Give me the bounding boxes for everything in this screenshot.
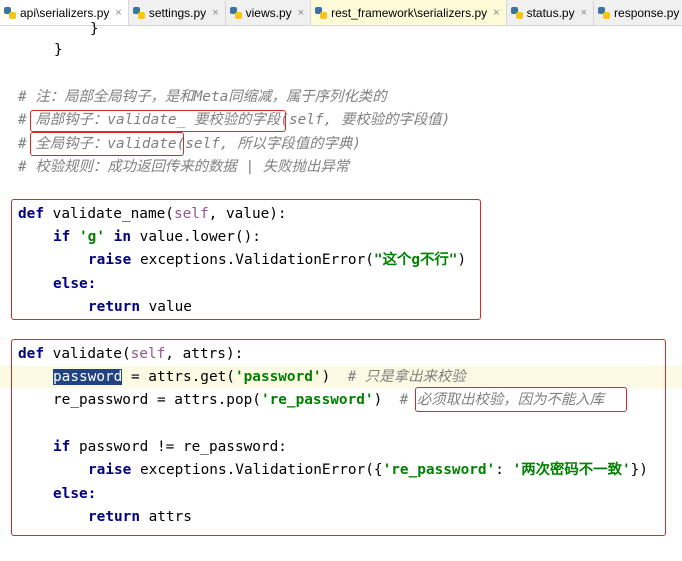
code-line: raise exceptions.ValidationError({'re_pa… [88, 459, 648, 481]
editor-tab[interactable]: api\serializers.py × [0, 0, 129, 25]
comment-text: (self, 所以字段值的字典) [176, 136, 362, 152]
code-line: } [90, 18, 99, 40]
comment-hash: # [399, 392, 417, 408]
string-literal: 'g' [79, 229, 105, 245]
editor-tab-label: status.py [526, 5, 575, 20]
code-line: def validate(self, attrs): [18, 343, 243, 365]
comment-must-pop: 必须取出校验，因为不能入库 [416, 392, 604, 408]
code-line: def validate_name(self, value): [18, 203, 287, 225]
string-literal: 're_password' [260, 392, 374, 408]
close-icon[interactable]: × [212, 7, 218, 19]
keyword: in [113, 229, 131, 245]
keyword: if [53, 439, 71, 455]
string-literal: 're_password' [382, 462, 496, 478]
self-param: self [130, 346, 166, 362]
code-line: } [54, 39, 63, 61]
keyword: return [88, 509, 140, 525]
python-file-icon [4, 6, 16, 19]
editor-tab[interactable]: settings.py × [129, 0, 226, 25]
comment-text: 要校验的字段(self, 要校验的字段值) [193, 112, 451, 128]
comment-text: # 校验规则：成功返回传来的数据 | 失败抛出异常 [18, 159, 350, 175]
code-text: attrs [139, 509, 192, 525]
comment-hash: # [18, 136, 36, 152]
code-text: exceptions.ValidationError({ [131, 462, 383, 478]
comment-text: # 只是拿出来校验 [347, 369, 466, 385]
code-text: : [495, 462, 513, 478]
close-icon[interactable]: × [581, 7, 587, 19]
keyword: def [18, 346, 44, 362]
keyword: raise [88, 462, 132, 478]
comment-line: # 校验规则：成功返回传来的数据 | 失败抛出异常 [18, 156, 349, 178]
editor-tab-label: response.py [614, 5, 680, 20]
keyword: else: [53, 486, 97, 502]
code-text: password != re_password: [70, 439, 287, 455]
comment-line: # 注：局部全局钩子，是和Meta同缩减，属于序列化类的 [18, 86, 387, 108]
brace: } [90, 21, 99, 37]
python-file-icon [315, 6, 328, 19]
comment-hash: # [18, 112, 36, 128]
close-icon[interactable]: × [493, 7, 499, 19]
code-line: re_password = attrs.pop('re_password') #… [53, 389, 604, 411]
comment-line: # 局部钩子：validate_ 要校验的字段(self, 要校验的字段值) [18, 109, 450, 131]
comment-local-hook: 局部钩子：validate_ [35, 112, 186, 128]
python-file-icon [132, 6, 145, 19]
keyword: raise [88, 252, 132, 268]
comment-text: # 注：局部全局钩子，是和Meta同缩减，属于序列化类的 [18, 89, 387, 105]
code-text: , attrs): [165, 346, 244, 362]
code-line: return value [88, 296, 192, 318]
keyword: else: [53, 276, 97, 292]
code-line: raise exceptions.ValidationError("这个g不行"… [88, 249, 466, 271]
code-line: if 'g' in value.lower(): [53, 226, 261, 248]
code-text: exceptions.ValidationError( [131, 252, 374, 268]
keyword: def [18, 206, 44, 222]
editor-tab[interactable]: response.py× [594, 0, 682, 25]
code-line: else: [53, 483, 96, 505]
editor-tab-label: settings.py [148, 5, 207, 20]
editor-tab-label: rest_framework\serializers.py [331, 5, 488, 20]
string-literal: 'password' [234, 369, 322, 385]
close-icon[interactable]: × [115, 7, 121, 19]
code-text: = attrs.get( [122, 369, 235, 385]
editor-tab-bar: api\serializers.py × settings.py × views.py ×… [0, 0, 682, 26]
editor-tab[interactable]: rest_framework\serializers.py × [311, 0, 507, 25]
string-literal: '两次密码不一致' [512, 462, 631, 478]
comment-line: # 全局钩子：validate(self, 所以字段值的字典) [18, 133, 361, 155]
code-text: validate( [44, 346, 131, 362]
python-file-icon [598, 6, 611, 19]
close-icon[interactable]: × [298, 7, 304, 19]
comment-global-hook: 全局钩子：validate [35, 136, 177, 152]
code-text: ) [373, 392, 400, 408]
code-line: return attrs [88, 506, 192, 528]
keyword: return [88, 299, 140, 315]
self-param: self [173, 206, 209, 222]
code-text: , value): [208, 206, 287, 222]
editor-tab[interactable]: status.py × [507, 0, 595, 25]
string-literal: "这个g不行" [373, 252, 458, 268]
code-text: value [139, 299, 192, 315]
code-text: ) [321, 369, 348, 385]
code-text: re_password = attrs.pop( [53, 392, 261, 408]
code-editor[interactable]: } } # 注：局部全局钩子，是和Meta同缩减，属于序列化类的 # 局部钩子：… [0, 21, 682, 561]
code-line: else: [53, 273, 96, 295]
code-text: validate_name( [44, 206, 174, 222]
python-file-icon [229, 6, 242, 19]
editor-tab-label: views.py [245, 5, 292, 20]
code-text: value.lower(): [131, 229, 261, 245]
brace: } [54, 42, 63, 58]
code-text: }) [630, 462, 648, 478]
code-line: if password != re_password: [53, 436, 287, 458]
python-file-icon [510, 6, 523, 19]
code-text: ) [457, 252, 467, 268]
editor-tab[interactable]: views.py × [226, 0, 312, 25]
selected-identifier[interactable]: password [53, 369, 123, 385]
current-code-line: password = attrs.get('password') # 只是拿出来… [0, 366, 682, 388]
keyword: if [53, 229, 71, 245]
